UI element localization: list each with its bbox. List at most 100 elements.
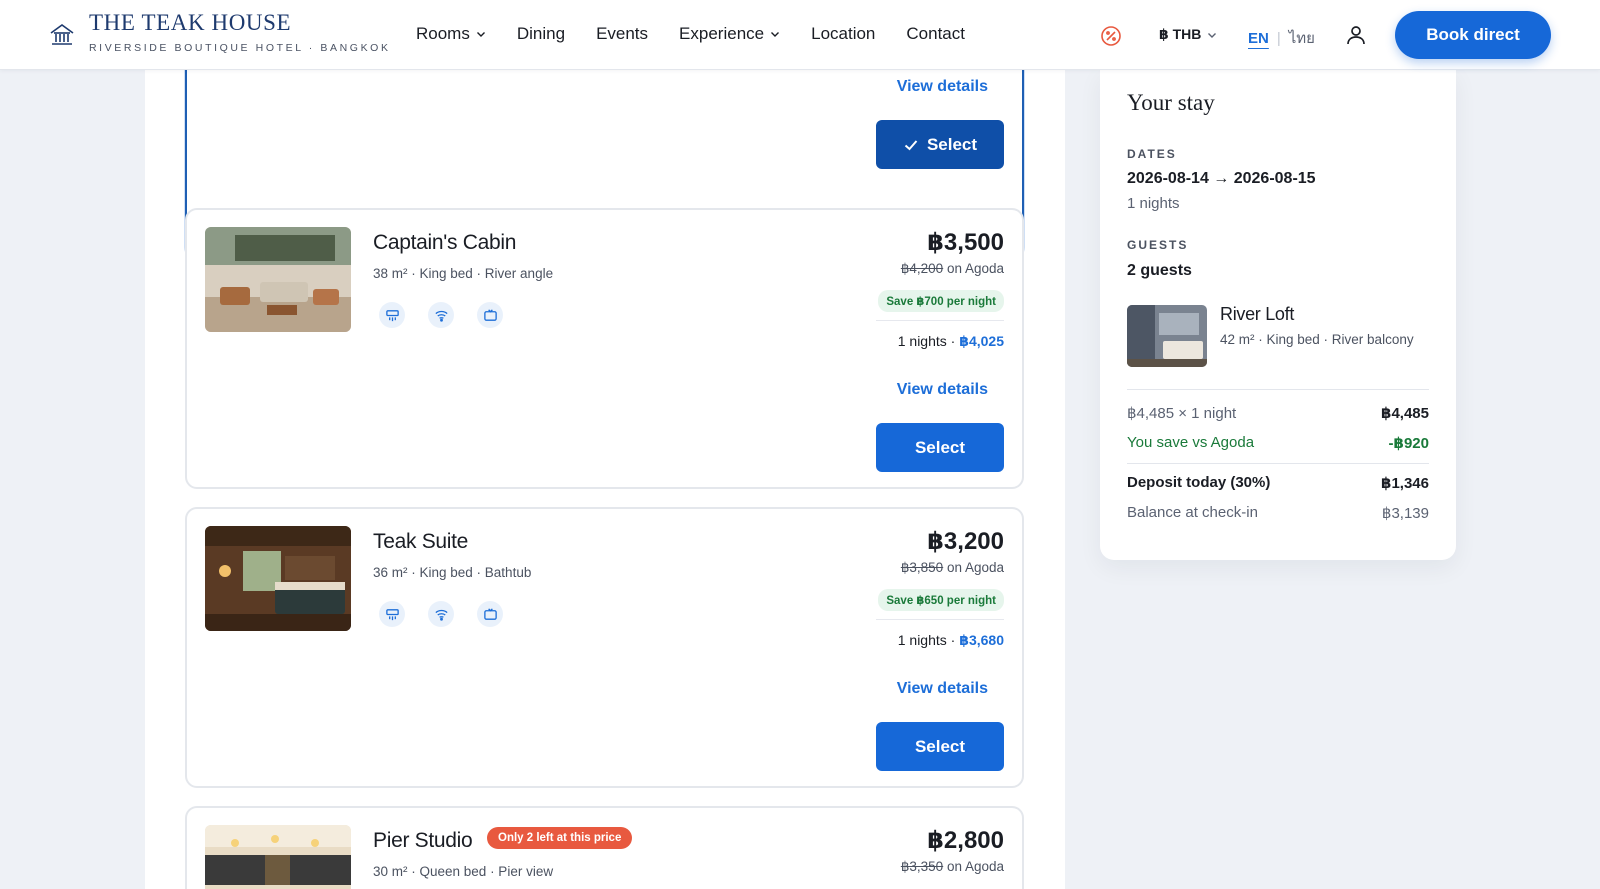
summary-title: Your stay — [1127, 90, 1215, 115]
nights-label: 1 nights · — [897, 333, 960, 349]
nav-rooms-label: Rooms — [416, 24, 470, 43]
price-line: ฿4,485 × 1 night ฿4,485 — [1127, 404, 1429, 422]
savings-label: You save vs Agoda — [1127, 434, 1255, 451]
savings-line: You save vs Agoda -฿920 — [1127, 434, 1429, 452]
book-direct-button[interactable]: Book direct — [1395, 11, 1551, 59]
wifi-icon — [428, 302, 454, 328]
direct-price: ฿3,200 — [927, 528, 1004, 555]
tv-icon — [477, 601, 503, 627]
save-badge: Save ฿650 per night — [878, 589, 1004, 611]
divider — [876, 320, 1004, 321]
chevron-down-icon — [771, 32, 780, 37]
room-card-captains-cabin: Captain's Cabin 38 m² · King bed · River… — [185, 208, 1024, 489]
deposit-label: Deposit today (30%) — [1127, 474, 1271, 491]
main-nav: Rooms Dining Events Experience Location … — [416, 24, 965, 44]
nav-rooms[interactable]: Rooms — [416, 24, 486, 44]
selected-room-photo — [1127, 305, 1207, 367]
select-button[interactable]: Select — [876, 722, 1004, 771]
ota-suffix: on Agoda — [943, 560, 1004, 575]
balance-value: ฿3,139 — [1381, 505, 1429, 522]
amenity-list — [379, 302, 503, 328]
balance-line: Balance at check-in ฿3,139 — [1127, 504, 1429, 522]
discount-icon[interactable] — [1100, 25, 1122, 47]
view-details-link[interactable]: View details — [897, 78, 988, 96]
select-button[interactable]: Select — [876, 423, 1004, 472]
nav-contact[interactable]: Contact — [906, 24, 965, 44]
currency-label: ฿ THB — [1159, 26, 1202, 42]
guests-value: 2 guests — [1127, 262, 1192, 279]
nights-total: 1 nights · ฿4,025 — [898, 333, 1004, 350]
air-conditioning-icon — [379, 601, 405, 627]
ota-price-strike: ฿3,850 — [900, 560, 944, 575]
check-icon — [904, 139, 918, 150]
price-line-label: ฿4,485 × 1 night — [1127, 405, 1237, 422]
temple-icon[interactable] — [49, 22, 75, 48]
room-meta: 30 m² · Queen bed · Pier view — [373, 864, 554, 879]
nights-total-amount: ฿3,680 — [959, 632, 1004, 648]
nav-location[interactable]: Location — [811, 24, 875, 44]
deposit-line: Deposit today (30%) ฿1,346 — [1127, 474, 1429, 492]
chevron-down-icon — [476, 32, 485, 37]
room-card-pier-studio: Pier Studio Only 2 left at this price 30… — [185, 806, 1024, 889]
room-meta: 38 m² · King bed · River angle — [373, 266, 554, 281]
language-switch: EN | ไทย — [1248, 26, 1315, 50]
room-name[interactable]: Captain's Cabin — [373, 231, 516, 255]
availability-badge: Only 2 left at this price — [487, 827, 633, 849]
room-name[interactable]: Teak Suite — [373, 530, 468, 554]
price-line-value: ฿4,485 — [1381, 405, 1429, 422]
brand-subtitle: RIVERSIDE BOUTIQUE HOTEL · BANGKOK — [89, 42, 391, 54]
site-header: THE TEAK HOUSE RIVERSIDE BOUTIQUE HOTEL … — [0, 0, 1600, 70]
ota-price: ฿3,350 on Agoda — [901, 859, 1004, 875]
room-name[interactable]: Pier Studio — [373, 829, 473, 853]
room-photo[interactable] — [205, 227, 351, 332]
dates-value: 2026-08-14 → 2026-08-15 — [1127, 170, 1316, 187]
currency-selector[interactable]: ฿ THB — [1159, 26, 1217, 43]
nav-experience-label: Experience — [679, 24, 765, 43]
wifi-icon — [428, 601, 454, 627]
ota-price-strike: ฿3,350 — [900, 859, 944, 874]
direct-price: ฿2,800 — [927, 827, 1004, 854]
chevron-down-icon — [1208, 32, 1217, 38]
room-photo[interactable] — [205, 825, 351, 889]
nav-experience[interactable]: Experience — [679, 24, 780, 44]
stay-summary: Your stay DATES 2026-08-14 → 2026-08-15 … — [1100, 70, 1456, 560]
ota-price: ฿3,850 on Agoda — [901, 560, 1004, 576]
divider — [1127, 463, 1429, 464]
user-icon[interactable] — [1344, 23, 1368, 47]
view-details-link[interactable]: View details — [897, 680, 988, 698]
lang-th[interactable]: ไทย — [1289, 26, 1315, 50]
selected-room-meta: 42 m² · King bed · River balcony — [1220, 332, 1414, 347]
amenity-list — [379, 601, 503, 627]
nav-dining[interactable]: Dining — [517, 24, 565, 44]
lang-en[interactable]: EN — [1248, 30, 1269, 47]
divider — [876, 619, 1004, 620]
guests-label: GUESTS — [1127, 238, 1189, 252]
divider — [1127, 389, 1429, 390]
ota-price-strike: ฿4,200 — [900, 261, 944, 276]
room-photo[interactable] — [205, 526, 351, 631]
select-button-selected[interactable]: Select — [876, 120, 1004, 169]
nights-total-amount: ฿4,025 — [959, 333, 1004, 349]
lang-divider: | — [1276, 29, 1281, 47]
direct-price: ฿3,500 — [927, 229, 1004, 256]
view-details-link[interactable]: View details — [897, 381, 988, 399]
room-meta: 36 m² · King bed · Bathtub — [373, 565, 532, 580]
ota-price: ฿4,200 on Agoda — [901, 261, 1004, 277]
select-label: Select — [926, 134, 978, 154]
nights-total: 1 nights · ฿3,680 — [898, 632, 1004, 649]
nights-count: 1 nights — [1127, 195, 1180, 212]
deposit-value: ฿1,346 — [1381, 475, 1429, 492]
nav-events[interactable]: Events — [596, 24, 648, 44]
dates-label: DATES — [1127, 147, 1177, 161]
air-conditioning-icon — [379, 302, 405, 328]
selected-room-name: River Loft — [1220, 304, 1295, 324]
tv-icon — [477, 302, 503, 328]
ota-suffix: on Agoda — [943, 261, 1004, 276]
room-card-teak-suite: Teak Suite 36 m² · King bed · Bathtub ฿3… — [185, 507, 1024, 788]
save-badge: Save ฿700 per night — [878, 290, 1004, 312]
room-list: View details Select Captain's Cabin 38 m… — [145, 50, 1065, 889]
nights-label: 1 nights · — [897, 632, 960, 648]
balance-label: Balance at check-in — [1127, 504, 1258, 521]
brand-title[interactable]: THE TEAK HOUSE — [89, 10, 291, 36]
savings-value: -฿920 — [1388, 435, 1429, 452]
